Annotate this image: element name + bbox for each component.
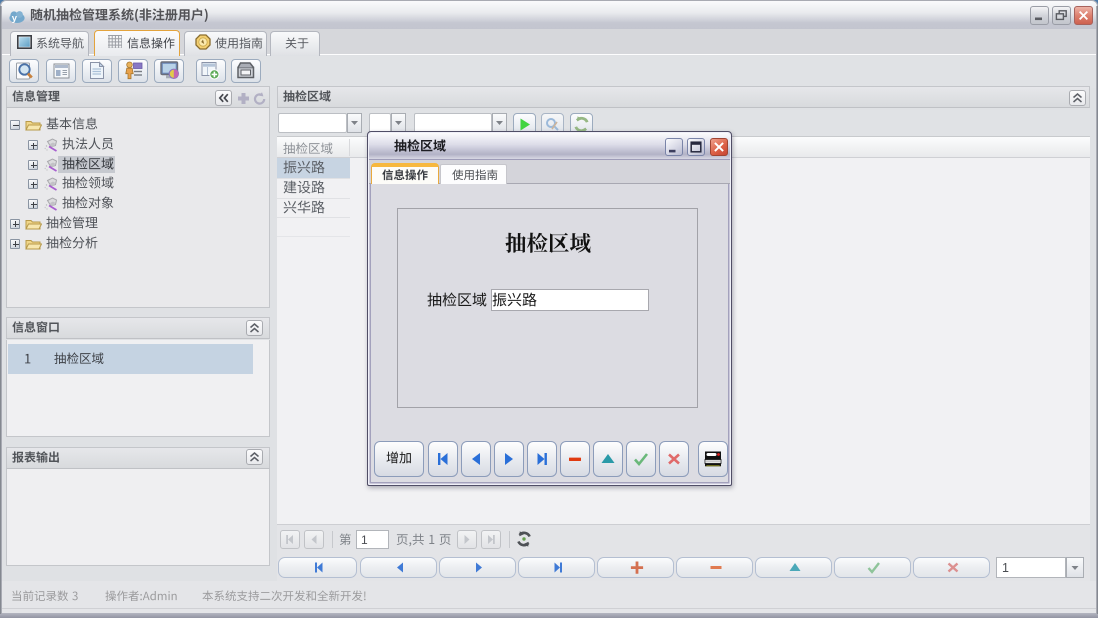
svg-text:y: y (12, 13, 18, 23)
